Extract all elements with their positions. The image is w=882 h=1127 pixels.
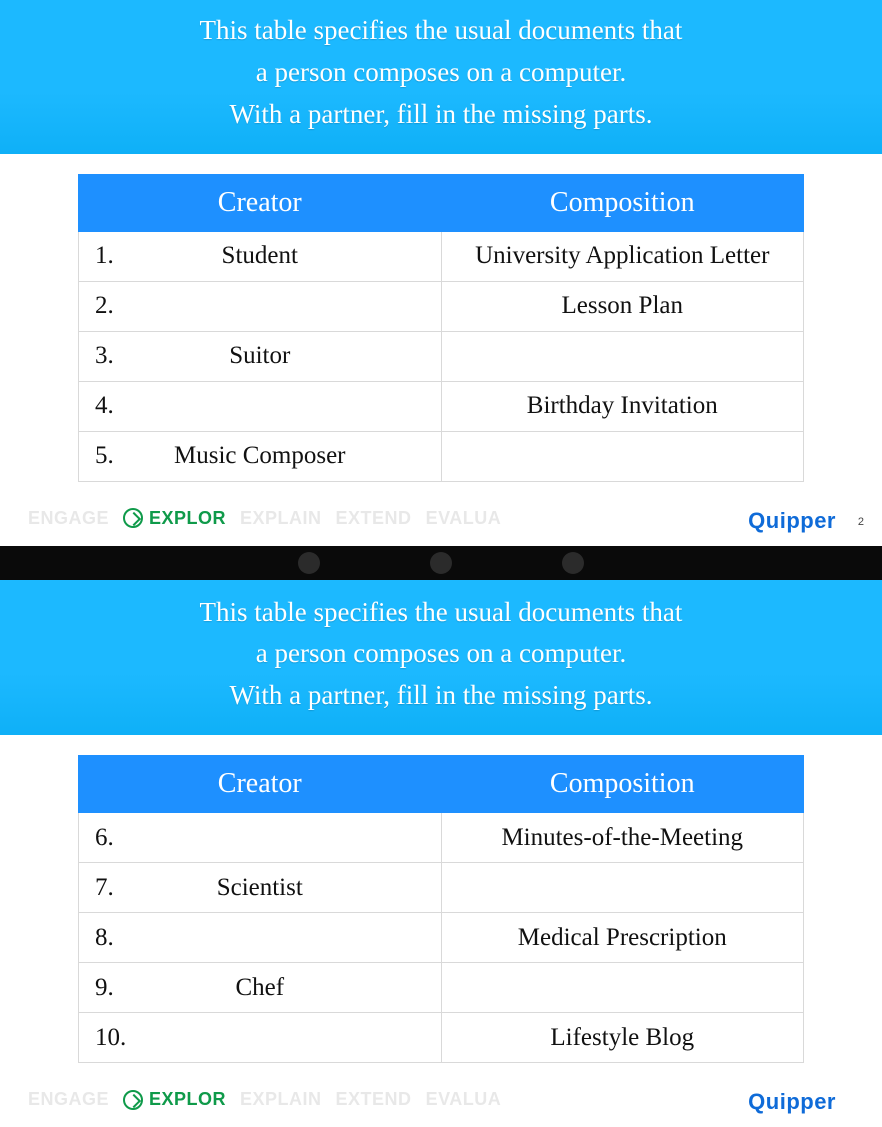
banner-line-3: With a partner, fill in the missing part… bbox=[40, 94, 842, 136]
instruction-banner: This table specifies the usual documents… bbox=[0, 0, 882, 154]
nav-bar: ENGAGE EXPLOR EXPLAIN EXTEND EVALUA Quip… bbox=[0, 1083, 882, 1127]
creator-cell bbox=[155, 292, 425, 320]
nav-explore[interactable]: EXPLOR bbox=[123, 1089, 226, 1110]
nav-bar: ENGAGE EXPLOR EXPLAIN EXTEND EVALUA Quip… bbox=[0, 502, 882, 546]
creator-cell: Suitor bbox=[155, 342, 425, 370]
banner-line-2: a person composes on a computer. bbox=[40, 52, 842, 94]
table-row: 6. Minutes-of-the-Meeting bbox=[79, 813, 804, 863]
table-container-1: Creator Composition 1. Student Universit… bbox=[0, 154, 882, 502]
row-number: 5. bbox=[95, 442, 155, 470]
slide-1: This table specifies the usual documents… bbox=[0, 0, 882, 546]
composition-cell bbox=[441, 963, 804, 1013]
divider-dot bbox=[298, 552, 320, 574]
nav-explore-label: EXPLOR bbox=[149, 1089, 226, 1110]
table-row: 5. Music Composer bbox=[79, 431, 804, 481]
nav-engage[interactable]: ENGAGE bbox=[28, 508, 109, 529]
creator-cell bbox=[155, 924, 425, 952]
brand-logo: Quipper bbox=[748, 508, 836, 534]
creator-cell: Student bbox=[155, 242, 425, 270]
composition-cell: Birthday Invitation bbox=[441, 381, 804, 431]
row-number: 6. bbox=[95, 824, 155, 852]
composition-cell: Lesson Plan bbox=[441, 281, 804, 331]
brand-logo: Quipper bbox=[748, 1089, 836, 1115]
compass-icon bbox=[123, 1090, 143, 1110]
col-header-creator: Creator bbox=[79, 756, 442, 813]
banner-line-3: With a partner, fill in the missing part… bbox=[40, 675, 842, 717]
divider-dot bbox=[430, 552, 452, 574]
nav-engage[interactable]: ENGAGE bbox=[28, 1089, 109, 1110]
documents-table-2: Creator Composition 6. Minutes-of-the-Me… bbox=[78, 755, 804, 1063]
table-container-2: Creator Composition 6. Minutes-of-the-Me… bbox=[0, 735, 882, 1083]
col-header-composition: Composition bbox=[441, 174, 804, 231]
slide-2: This table specifies the usual documents… bbox=[0, 580, 882, 1127]
nav-explain[interactable]: EXPLAIN bbox=[240, 1089, 322, 1110]
table-row: 2. Lesson Plan bbox=[79, 281, 804, 331]
creator-cell: Chef bbox=[155, 974, 425, 1002]
composition-cell bbox=[441, 431, 804, 481]
row-number: 4. bbox=[95, 392, 155, 420]
creator-cell: Scientist bbox=[155, 874, 425, 902]
row-number: 1. bbox=[95, 242, 155, 270]
creator-cell: Music Composer bbox=[155, 442, 425, 470]
row-number: 9. bbox=[95, 974, 155, 1002]
instruction-banner: This table specifies the usual documents… bbox=[0, 580, 882, 736]
nav-explain[interactable]: EXPLAIN bbox=[240, 508, 322, 529]
nav-evaluate[interactable]: EVALUA bbox=[426, 508, 502, 529]
table-row: 9. Chef bbox=[79, 963, 804, 1013]
nav-evaluate[interactable]: EVALUA bbox=[426, 1089, 502, 1110]
nav-explore[interactable]: EXPLOR bbox=[123, 508, 226, 529]
composition-cell: University Application Letter bbox=[441, 231, 804, 281]
slide-divider bbox=[0, 546, 882, 580]
banner-line-1: This table specifies the usual documents… bbox=[40, 10, 842, 52]
composition-cell bbox=[441, 331, 804, 381]
compass-icon bbox=[123, 508, 143, 528]
divider-dot bbox=[562, 552, 584, 574]
row-number: 8. bbox=[95, 924, 155, 952]
creator-cell bbox=[155, 824, 425, 852]
col-header-composition: Composition bbox=[441, 756, 804, 813]
row-number: 7. bbox=[95, 874, 155, 902]
nav-extend[interactable]: EXTEND bbox=[336, 508, 412, 529]
row-number: 3. bbox=[95, 342, 155, 370]
documents-table-1: Creator Composition 1. Student Universit… bbox=[78, 174, 804, 482]
table-row: 1. Student University Application Letter bbox=[79, 231, 804, 281]
row-number: 2. bbox=[95, 292, 155, 320]
col-header-creator: Creator bbox=[79, 174, 442, 231]
page-number: 2 bbox=[858, 516, 864, 528]
composition-cell bbox=[441, 863, 804, 913]
table-row: 3. Suitor bbox=[79, 331, 804, 381]
composition-cell: Minutes-of-the-Meeting bbox=[441, 813, 804, 863]
nav-explore-label: EXPLOR bbox=[149, 508, 226, 529]
banner-line-2: a person composes on a computer. bbox=[40, 633, 842, 675]
creator-cell bbox=[155, 392, 425, 420]
table-row: 8. Medical Prescription bbox=[79, 913, 804, 963]
table-row: 4. Birthday Invitation bbox=[79, 381, 804, 431]
banner-line-1: This table specifies the usual documents… bbox=[40, 592, 842, 634]
nav-extend[interactable]: EXTEND bbox=[336, 1089, 412, 1110]
composition-cell: Medical Prescription bbox=[441, 913, 804, 963]
table-row: 7. Scientist bbox=[79, 863, 804, 913]
